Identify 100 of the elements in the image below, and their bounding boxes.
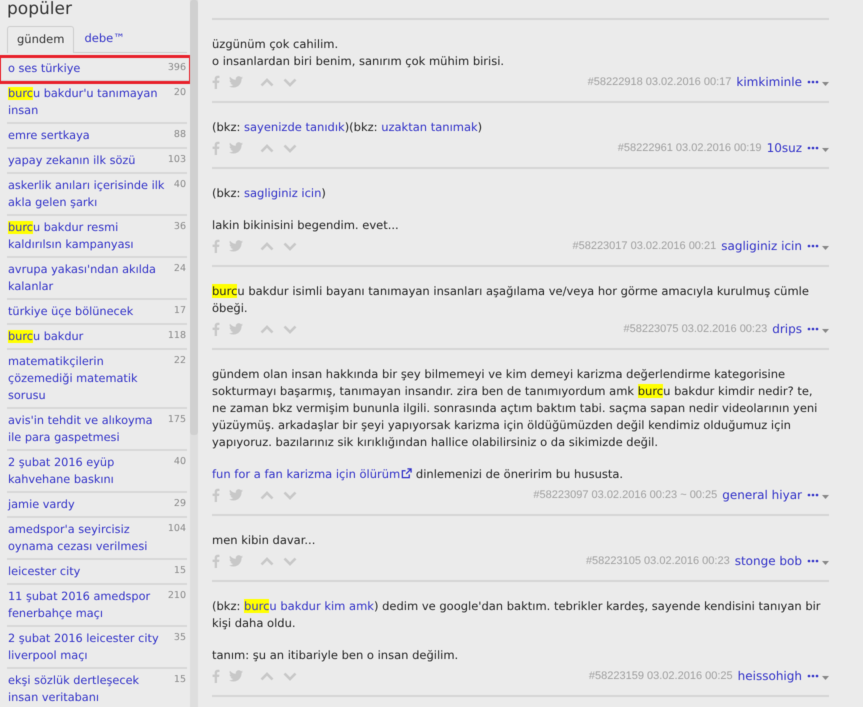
topic-title: 2 şubat 2016 leicester city liverpool maçı: [8, 631, 160, 664]
entry-info: #58223097 03.02.2016 00:23 ~ 00:25: [533, 488, 718, 503]
downvote-icon[interactable]: [283, 556, 297, 566]
caret-icon[interactable]: [822, 494, 829, 498]
author-link[interactable]: kimkiminle: [736, 73, 802, 91]
topic-item[interactable]: amedspor'a seyircisiz oynama cezası verilmesi 104: [7, 518, 187, 560]
twitter-icon[interactable]: [229, 670, 243, 682]
topic-item[interactable]: o ses türkiye 396: [0, 57, 190, 82]
topic-link[interactable]: sayenizde tanıdık: [244, 120, 345, 134]
topic-item[interactable]: 11 şubat 2016 amedspor fenerbahçe maçı 210: [7, 585, 187, 627]
entry-text: (bkz: sagliginiz icin): [212, 185, 327, 202]
upvote-icon[interactable]: [260, 556, 274, 566]
topic-item[interactable]: ekşi sözlük dertleşecek insan veritabanı 15: [7, 669, 187, 707]
topic-item[interactable]: burcu bakdur resmi kaldırılsın kampanyası 36: [7, 216, 187, 258]
caret-icon[interactable]: [822, 676, 829, 680]
downvote-icon[interactable]: [283, 144, 297, 152]
topic-title: yapay zekanın ilk sözü: [8, 153, 136, 169]
more-icon[interactable]: [807, 493, 819, 497]
tab[interactable]: gündem: [7, 26, 74, 53]
more-icon[interactable]: [807, 674, 819, 678]
topic-item[interactable]: askerlik anıları içerisinde ilk akla gelen şarkı 40: [7, 174, 187, 216]
topic-link[interactable]: sagliginiz icin: [244, 186, 322, 200]
entry-count: 118: [168, 329, 186, 343]
downvote-icon[interactable]: [283, 672, 297, 680]
facebook-icon[interactable]: [212, 554, 220, 568]
author-link[interactable]: sagliginiz icin: [721, 237, 802, 255]
author-link[interactable]: general hiyar: [722, 486, 802, 504]
downvote-icon[interactable]: [283, 324, 297, 334]
facebook-icon[interactable]: [212, 239, 220, 253]
tab[interactable]: debe™: [74, 25, 135, 52]
author-link[interactable]: heissohigh: [738, 667, 802, 685]
highlighted-link[interactable]: burc: [244, 599, 270, 613]
topic-item[interactable]: emre sertkaya 88: [7, 124, 187, 149]
author-link[interactable]: 10suz: [766, 139, 802, 157]
entry-text: (bkz: burcu bakdur kim amk) dedim ve google'dan baktım. tebrikler kardeş, sayende kendisini tanıyan bir kişi daha oldu.: [212, 598, 822, 632]
more-icon[interactable]: [807, 559, 819, 563]
facebook-icon[interactable]: [212, 141, 220, 155]
external-link[interactable]: fun for a fan karizma için ölürüm: [212, 467, 412, 481]
twitter-icon[interactable]: [229, 489, 243, 501]
entry-info: #58223105 03.02.2016 00:23: [586, 554, 730, 569]
external-link-icon: [401, 468, 412, 479]
upvote-icon[interactable]: [260, 324, 274, 334]
topic-item[interactable]: avrupa yakası'ndan akılda kalanlar 24: [7, 258, 187, 300]
topic-item[interactable]: jamie vardy 29: [7, 493, 187, 518]
topic-item[interactable]: türkiye üçe bölünecek 17: [7, 300, 187, 325]
more-icon[interactable]: [807, 80, 819, 84]
topic-title: leicester city: [8, 564, 82, 580]
topic-title: burcu bakdur'u tanımayan insan: [8, 86, 159, 119]
downvote-icon[interactable]: [283, 78, 297, 86]
topic-item[interactable]: burcu bakdur 118: [7, 325, 187, 350]
caret-icon[interactable]: [822, 560, 829, 564]
author-link[interactable]: drips: [772, 320, 802, 338]
topic-title: 11 şubat 2016 amedspor fenerbahçe maçı: [8, 589, 152, 622]
upvote-icon[interactable]: [260, 672, 274, 680]
upvote-icon[interactable]: [260, 78, 274, 86]
entry-count: 36: [174, 220, 186, 234]
downvote-icon[interactable]: [283, 242, 297, 250]
upvote-icon[interactable]: [260, 242, 274, 250]
topic-title: avis'in tehdit ve alıkoyma ile para gaspetmesi: [8, 413, 154, 446]
topic-title: avrupa yakası'ndan akılda kalanlar: [8, 262, 157, 295]
entry-info: #58222918 03.02.2016 00:17: [588, 74, 732, 90]
caret-icon[interactable]: [822, 328, 829, 332]
twitter-icon[interactable]: [229, 323, 243, 335]
topic-item[interactable]: avis'in tehdit ve alıkoyma ile para gaspetmesi 175: [7, 409, 187, 451]
more-icon[interactable]: [807, 244, 819, 248]
twitter-icon[interactable]: [229, 142, 243, 154]
entry-text: tanım: şu an itibariyle ben o insan değilim.: [212, 647, 460, 664]
scrollbar[interactable]: [190, 0, 198, 707]
facebook-icon[interactable]: [212, 322, 220, 336]
more-icon[interactable]: [807, 146, 819, 150]
topic-link[interactable]: uzaktan tanımak: [381, 120, 478, 134]
facebook-icon[interactable]: [212, 75, 220, 89]
twitter-icon[interactable]: [229, 555, 243, 567]
topic-title: amedspor'a seyircisiz oynama cezası verilmesi: [8, 522, 148, 555]
topic-title: askerlik anıları içerisinde ilk akla gelen şarkı: [8, 178, 166, 211]
topic-item[interactable]: 2 şubat 2016 leicester city liverpool maçı 35: [7, 627, 187, 669]
entry-count: 40: [174, 178, 186, 192]
entry-count: 103: [168, 153, 186, 167]
twitter-icon[interactable]: [229, 240, 243, 252]
topic-item[interactable]: burcu bakdur'u tanımayan insan 20: [7, 82, 187, 124]
topic-link[interactable]: u bakdur kim amk: [269, 599, 374, 613]
downvote-icon[interactable]: [283, 490, 297, 500]
topic-title: 2 şubat 2016 eyüp kahvehane baskını: [8, 455, 116, 488]
facebook-icon[interactable]: [212, 669, 220, 683]
topic-title: ekşi sözlük dertleşecek insan veritabanı: [8, 673, 140, 706]
author-link[interactable]: stonge bob: [734, 552, 802, 570]
upvote-icon[interactable]: [260, 144, 274, 152]
topic-item[interactable]: 2 şubat 2016 eyüp kahvehane baskını 40: [7, 451, 187, 493]
caret-icon[interactable]: [822, 82, 829, 86]
caret-icon[interactable]: [822, 148, 829, 152]
entry-count: 396: [168, 61, 186, 75]
caret-icon[interactable]: [822, 246, 829, 250]
topic-item[interactable]: matematikçilerin çözemediği matematik sorusu 22: [7, 350, 187, 409]
entry-count: 15: [174, 673, 186, 687]
twitter-icon[interactable]: [229, 76, 243, 88]
more-icon[interactable]: [807, 327, 819, 331]
facebook-icon[interactable]: [212, 488, 220, 502]
upvote-icon[interactable]: [260, 490, 274, 500]
topic-item[interactable]: leicester city 15: [7, 560, 187, 585]
topic-item[interactable]: yapay zekanın ilk sözü 103: [7, 149, 187, 174]
